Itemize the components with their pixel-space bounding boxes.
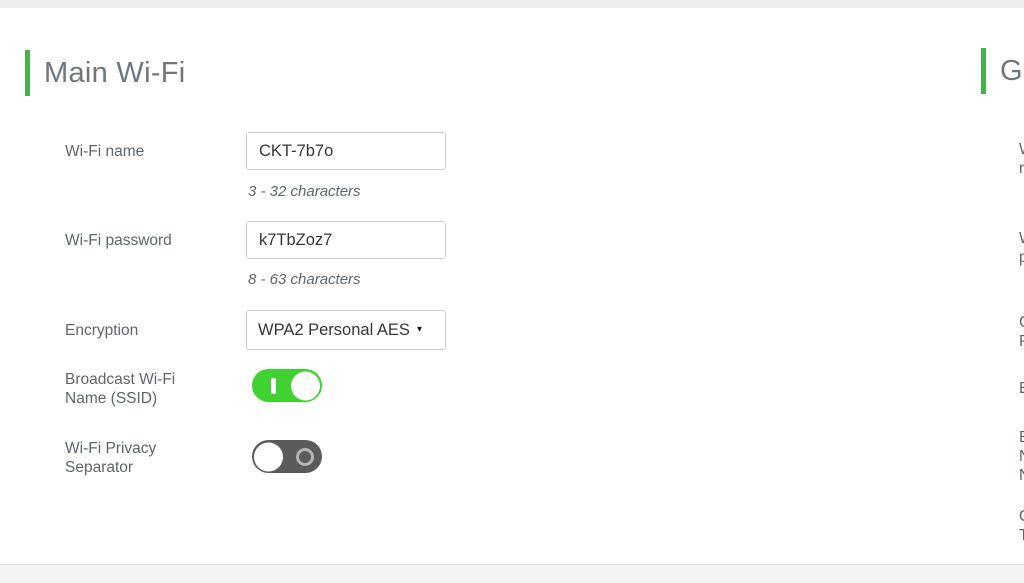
guest-wifi-name-label: Wi-Fi name (1019, 141, 1024, 177)
main-privacy-separator-label: Wi-Fi Privacy Separator (65, 440, 157, 476)
main-wifi-password-label: Wi-Fi password (65, 232, 172, 249)
toggle-on-bar-icon (271, 377, 276, 394)
main-privacy-separator-toggle[interactable] (252, 440, 322, 473)
guest-wifi-password-label: Wi-Fi password (1019, 230, 1024, 266)
footer-band (0, 565, 1024, 583)
guest-wifi-heading: Guest Wi-Fi (981, 48, 1024, 94)
toggle-knob-icon (254, 442, 283, 471)
guest-timer-label: Guest Timer (1019, 508, 1024, 544)
main-wifi-password-input[interactable] (246, 221, 446, 259)
toggle-off-ring-icon (296, 447, 314, 466)
main-wifi-name-helper: 3 - 32 characters (248, 183, 361, 200)
main-encryption-value: WPA2 Personal AES (258, 320, 410, 339)
wifi-settings-panel: Main Wi-Fi Wi-Fi name 3 - 32 characters … (0, 8, 1024, 564)
main-encryption-label: Encryption (65, 322, 139, 339)
chevron-down-icon: ▾ (416, 324, 422, 335)
accent-bar-icon (25, 50, 30, 96)
main-encryption-select[interactable]: WPA2 Personal AES ▾ (246, 310, 446, 350)
guest-generate-passphrase-label: Generate Passphrase (1019, 313, 1024, 351)
main-wifi-title: Main Wi-Fi (44, 57, 186, 89)
guest-encryption-label: Encryption (1019, 379, 1024, 398)
main-wifi-password-helper: 8 - 63 characters (248, 271, 361, 288)
main-wifi-name-label: Wi-Fi name (65, 143, 145, 160)
toggle-knob-icon (291, 371, 320, 400)
guest-wifi-title: Guest Wi-Fi (1000, 55, 1024, 87)
main-broadcast-ssid-toggle[interactable] (252, 369, 322, 402)
main-wifi-heading: Main Wi-Fi (25, 50, 186, 96)
top-chrome-band (0, 0, 1024, 8)
main-broadcast-ssid-label: Broadcast Wi-Fi Name (SSID) (65, 371, 176, 407)
guest-broadcast-network-name-label: Broadcast Network Name (1019, 428, 1024, 485)
accent-bar-icon (981, 48, 986, 94)
main-wifi-name-input[interactable] (246, 132, 446, 170)
